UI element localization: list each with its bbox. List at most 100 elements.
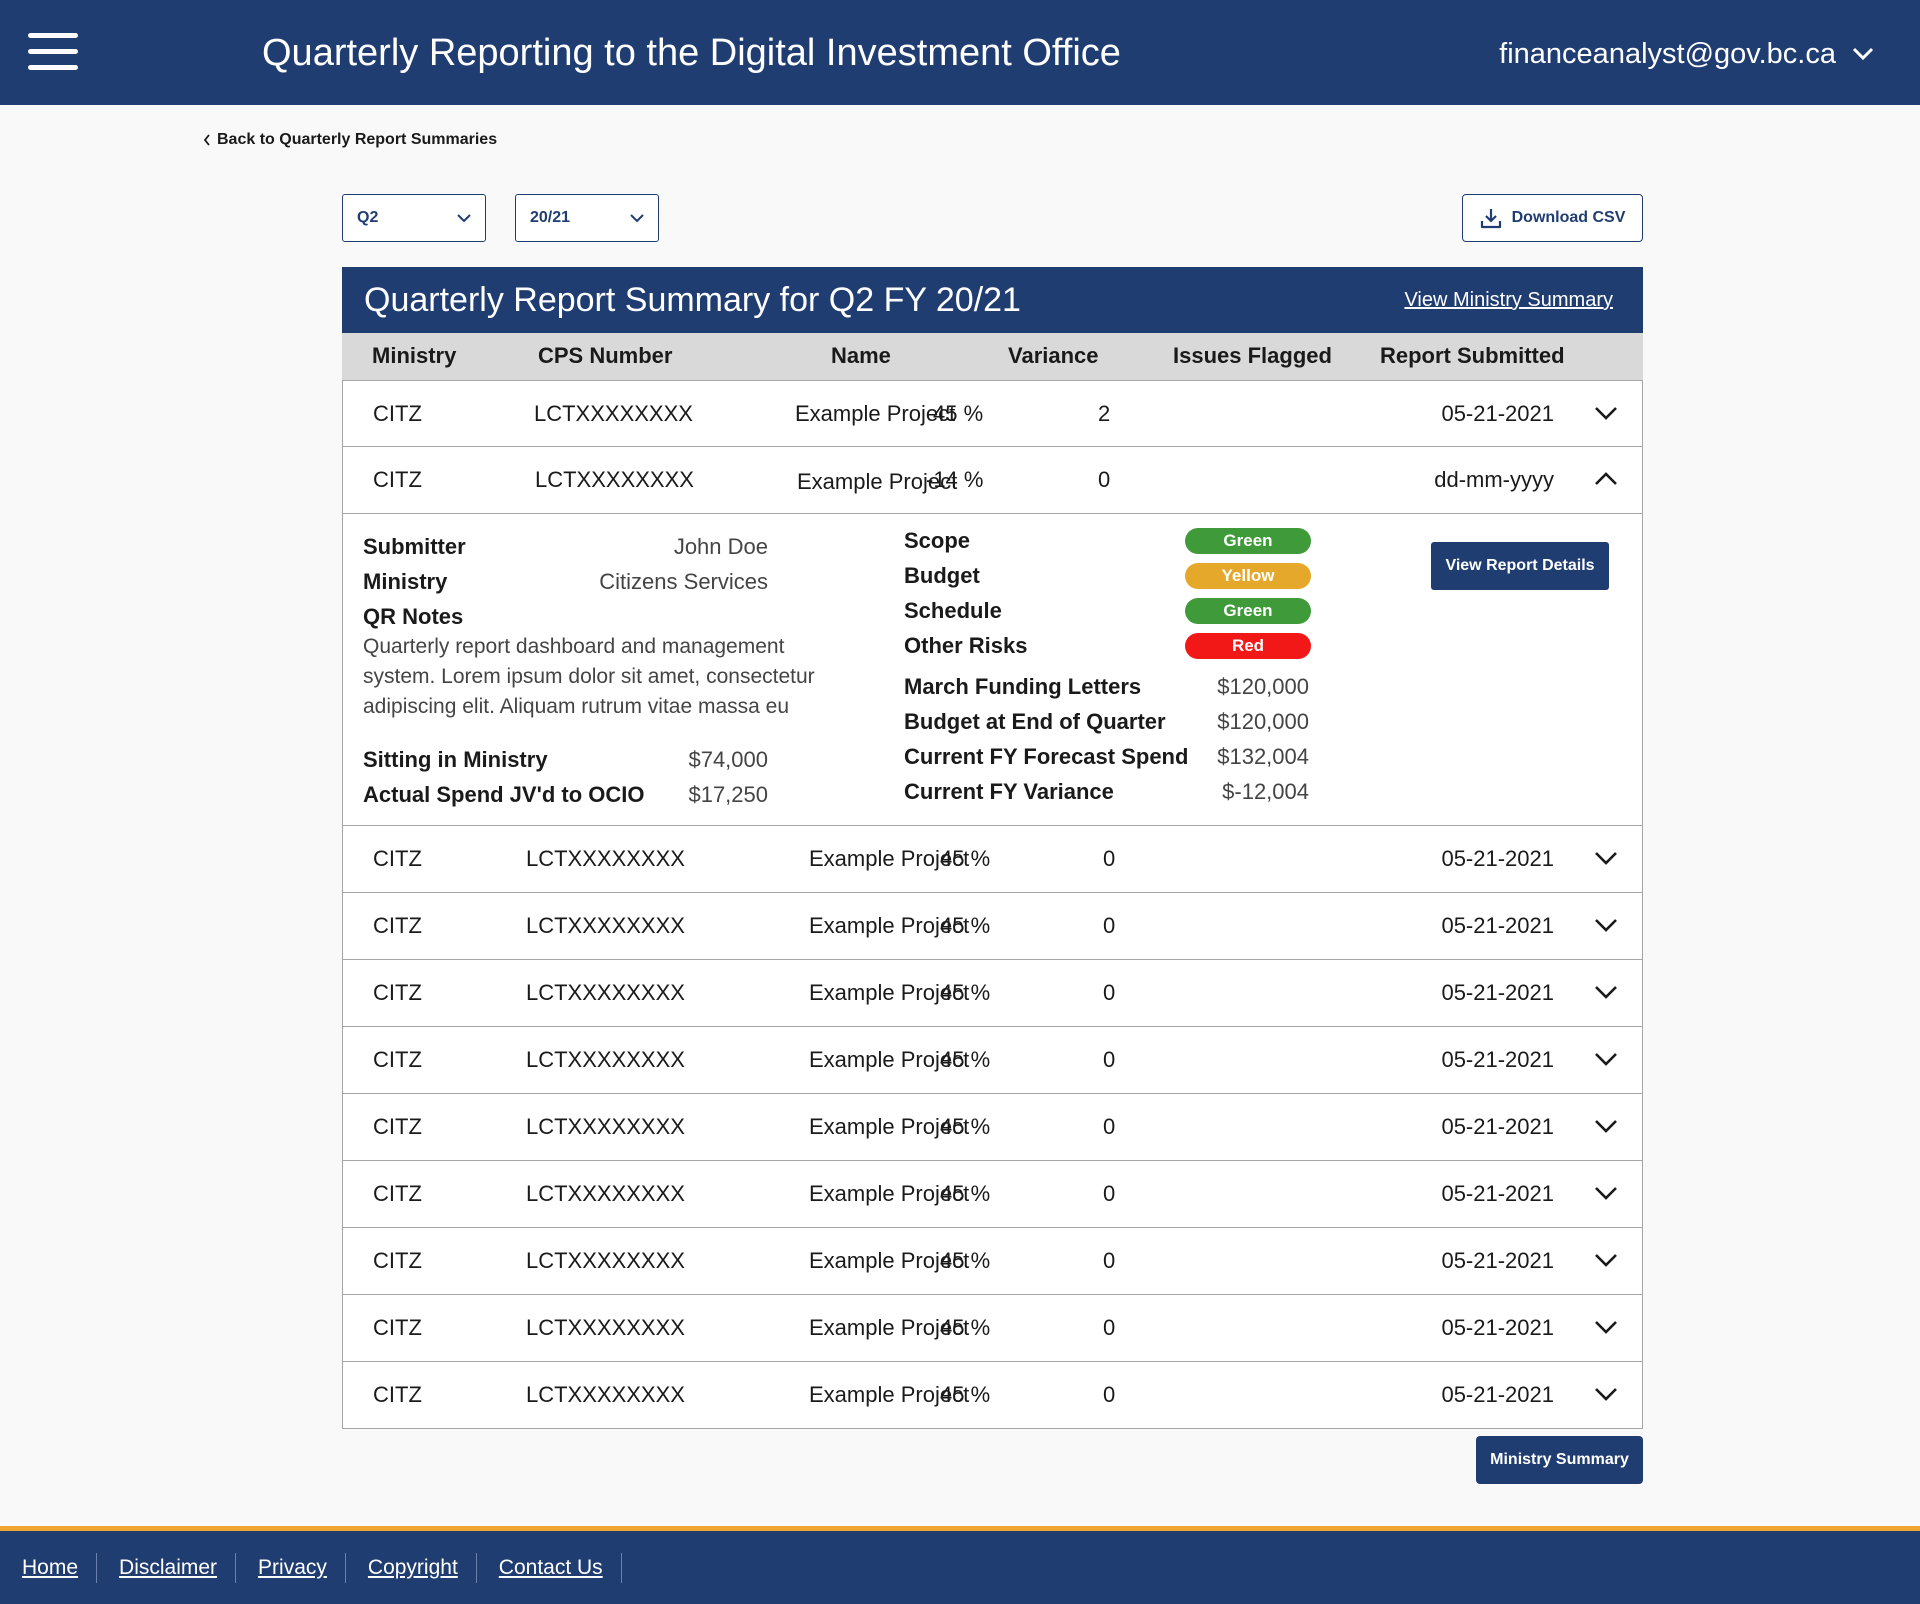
- cell-variance: -14 %: [926, 467, 984, 492]
- footer-link-contact-us[interactable]: Contact Us: [477, 1553, 622, 1583]
- footer-link-copyright[interactable]: Copyright: [346, 1553, 477, 1583]
- column-header-cps-number: CPS Number: [538, 343, 673, 368]
- table-row[interactable]: CITZ LCTXXXXXXXX Example Project 45 % 0 05-21…: [342, 1027, 1643, 1094]
- summary-table: Quarterly Report Summary for Q2 FY 20/21…: [342, 267, 1643, 1429]
- column-header-ministry: Ministry: [372, 343, 457, 368]
- financial-value: $-12,004: [1222, 779, 1309, 804]
- cell-report-submitted: 05-21-2021: [1441, 846, 1554, 871]
- cell-variance: 45 %: [940, 1114, 991, 1139]
- cell-variance: 45 %: [940, 1047, 991, 1072]
- quarter-select[interactable]: Q2: [342, 194, 486, 242]
- cell-ministry: CITZ: [373, 913, 422, 938]
- cell-ministry: CITZ: [373, 1114, 422, 1139]
- chevron-down-icon[interactable]: [1594, 984, 1618, 1000]
- cell-issues-flagged: 2: [1098, 401, 1111, 426]
- cell-report-submitted: dd-mm-yyyy: [1434, 467, 1554, 492]
- table-row[interactable]: CITZ LCTXXXXXXXX Example Project 45 % 0 05-21…: [342, 826, 1643, 893]
- submitter-label: Submitter: [363, 534, 466, 559]
- column-header-variance: Variance: [1008, 343, 1099, 368]
- column-header-report-submitted: Report Submitted: [1380, 343, 1565, 368]
- download-csv-label: Download CSV: [1511, 209, 1626, 226]
- cell-ministry: CITZ: [373, 980, 422, 1005]
- table-row[interactable]: CITZ LCTXXXXXXXX Example Project -14 % 0 dd-m…: [342, 447, 1643, 514]
- status-label: Schedule: [904, 598, 1002, 623]
- cell-cps-number: LCTXXXXXXXX: [526, 1181, 685, 1206]
- cell-report-submitted: 05-21-2021: [1441, 1114, 1554, 1139]
- cell-report-submitted: 05-21-2021: [1441, 913, 1554, 938]
- cell-variance: 45 %: [940, 846, 991, 871]
- chevron-down-icon[interactable]: [1594, 1319, 1618, 1335]
- cell-cps-number: LCTXXXXXXXX: [534, 401, 693, 426]
- cell-issues-flagged: 0: [1103, 913, 1116, 938]
- user-menu[interactable]: financeanalyst@gov.bc.ca: [1499, 36, 1874, 72]
- chevron-down-icon: [457, 213, 471, 222]
- footer: Home Disclaimer Privacy Copyright Contact Us: [0, 1526, 1920, 1604]
- chevron-down-icon[interactable]: [1594, 1386, 1618, 1402]
- table-row[interactable]: CITZ LCTXXXXXXXX Example Project 45 % 0 05-21…: [342, 1228, 1643, 1295]
- table-body: CITZ LCTXXXXXXXX Example Project 45 % 2 05-21…: [342, 380, 1643, 1429]
- chevron-down-icon[interactable]: [1594, 405, 1618, 421]
- table-row[interactable]: CITZ LCTXXXXXXXX Example Project 45 % 0 05-21…: [342, 1362, 1643, 1429]
- cell-variance: 45 %: [940, 1181, 991, 1206]
- quarter-select-value: Q2: [357, 209, 379, 226]
- qr-notes-label: QR Notes: [363, 604, 464, 629]
- table-row[interactable]: CITZ LCTXXXXXXXX Example Project 45 % 0 05-21…: [342, 1161, 1643, 1228]
- chevron-down-icon[interactable]: [1594, 1118, 1618, 1134]
- status-badge: Red: [1185, 633, 1311, 659]
- column-header-name: Name: [831, 343, 891, 368]
- cell-cps-number: LCTXXXXXXXX: [526, 1382, 685, 1407]
- chevron-up-icon[interactable]: [1594, 471, 1618, 487]
- financial-value: $132,004: [1217, 744, 1309, 769]
- cell-issues-flagged: 0: [1103, 1047, 1116, 1072]
- cell-variance: 45 %: [940, 980, 991, 1005]
- sitting-in-ministry-label: Sitting in Ministry: [363, 747, 548, 772]
- submitter-value: John Doe: [673, 534, 768, 559]
- table-row[interactable]: CITZ LCTXXXXXXXX Example Project 45 % 0 05-21…: [342, 893, 1643, 960]
- cell-cps-number: LCTXXXXXXXX: [526, 1315, 685, 1340]
- financial-label: Current FY Forecast Spend: [904, 744, 1189, 769]
- cell-variance: 45 %: [940, 1248, 991, 1273]
- table-row[interactable]: CITZ LCTXXXXXXXX Example Project 45 % 2 05-21…: [342, 380, 1643, 447]
- ministry-value: Citizens Services: [599, 569, 768, 594]
- cell-cps-number: LCTXXXXXXXX: [526, 1248, 685, 1273]
- financial-label: Current FY Variance: [904, 779, 1114, 804]
- footer-link-disclaimer[interactable]: Disclaimer: [97, 1553, 237, 1583]
- summary-title: Quarterly Report Summary for Q2 FY 20/21: [364, 281, 1021, 319]
- cell-report-submitted: 05-21-2021: [1441, 1382, 1554, 1407]
- cell-issues-flagged: 0: [1103, 1315, 1116, 1340]
- cell-cps-number: LCTXXXXXXXX: [526, 980, 685, 1005]
- app-title: Quarterly Reporting to the Digital Inves…: [262, 32, 1121, 74]
- menu-icon[interactable]: [28, 31, 78, 71]
- download-csv-button[interactable]: Download CSV: [1462, 194, 1643, 242]
- chevron-down-icon[interactable]: [1594, 917, 1618, 933]
- cell-cps-number: LCTXXXXXXXX: [535, 467, 694, 492]
- cell-ministry: CITZ: [373, 1315, 422, 1340]
- chevron-down-icon[interactable]: [1594, 1252, 1618, 1268]
- ministry-summary-button[interactable]: Ministry Summary: [1476, 1436, 1643, 1484]
- back-link-label: Back to Quarterly Report Summaries: [217, 131, 498, 148]
- back-link[interactable]: Back to Quarterly Report Summaries: [203, 131, 497, 149]
- view-ministry-summary-link[interactable]: View Ministry Summary: [1404, 289, 1613, 312]
- ministry-label: Ministry: [363, 569, 448, 594]
- cell-cps-number: LCTXXXXXXXX: [526, 913, 685, 938]
- chevron-down-icon: [1852, 47, 1874, 61]
- cell-issues-flagged: 0: [1103, 980, 1116, 1005]
- cell-issues-flagged: 0: [1103, 1248, 1116, 1273]
- footer-link-privacy[interactable]: Privacy: [236, 1553, 346, 1583]
- table-row[interactable]: CITZ LCTXXXXXXXX Example Project 45 % 0 05-21…: [342, 1094, 1643, 1161]
- cell-ministry: CITZ: [373, 1382, 422, 1407]
- cell-issues-flagged: 0: [1103, 1382, 1116, 1407]
- footer-link-home[interactable]: Home: [0, 1553, 98, 1583]
- table-row[interactable]: CITZ LCTXXXXXXXX Example Project 45 % 0 05-21…: [342, 960, 1643, 1027]
- fiscal-year-select[interactable]: 20/21: [515, 194, 659, 242]
- user-email: financeanalyst@gov.bc.ca: [1499, 38, 1836, 70]
- chevron-down-icon[interactable]: [1594, 1051, 1618, 1067]
- cell-report-submitted: 05-21-2021: [1441, 1181, 1554, 1206]
- table-row[interactable]: CITZ LCTXXXXXXXX Example Project 45 % 0 05-21…: [342, 1295, 1643, 1362]
- chevron-down-icon[interactable]: [1594, 850, 1618, 866]
- view-report-details-button[interactable]: View Report Details: [1431, 542, 1609, 590]
- chevron-down-icon[interactable]: [1594, 1185, 1618, 1201]
- actual-spend-label: Actual Spend JV'd to OCIO: [363, 782, 645, 807]
- financial-value: $120,000: [1217, 674, 1309, 699]
- cell-ministry: CITZ: [373, 846, 422, 871]
